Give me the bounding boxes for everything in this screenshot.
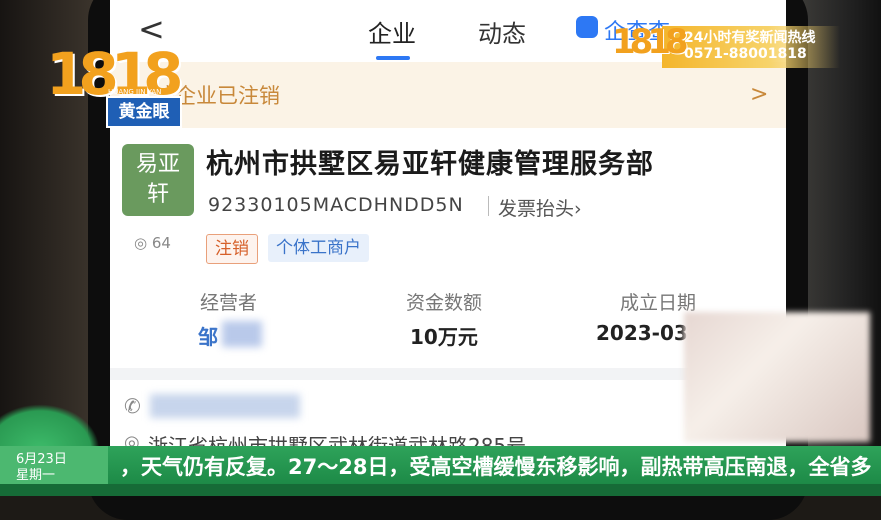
tab-company[interactable]: 企业	[368, 14, 416, 49]
invoice-label: 发票抬头	[498, 198, 575, 220]
status-badge: 注销	[206, 234, 258, 264]
info-value-capital: 10万元	[410, 325, 478, 349]
blurred-name	[222, 321, 262, 347]
credit-code: 92330105MACDHNDD5N	[208, 194, 464, 216]
ticker-weekday: 星期一	[16, 468, 56, 483]
views-value: 64	[151, 234, 171, 252]
views-count: ◎ 64	[134, 234, 171, 252]
blurred-phone	[150, 394, 300, 418]
info-value-operator[interactable]: 邹	[198, 321, 262, 350]
hotline-logo: 1818	[612, 22, 689, 62]
phone-icon: ✆	[124, 394, 141, 418]
info-label-capital: 资金数额	[406, 292, 483, 314]
operator-name: 邹	[198, 325, 218, 349]
tab-news[interactable]: 动态	[478, 14, 526, 49]
hotline-title: 24小时有奖新闻热线	[684, 30, 816, 46]
hotline-number: 0571-88001818	[684, 46, 807, 62]
ticker-bottom-bar	[0, 484, 881, 496]
tab-indicator	[376, 56, 410, 60]
channel-pinyin: HUANG JIN YAN	[108, 88, 162, 96]
type-badge: 个体工商户	[268, 234, 369, 262]
channel-sub-logo: 黄金眼	[106, 96, 182, 128]
deregistered-banner[interactable]: 该企业已注销 >	[110, 62, 786, 128]
logo-line2: 轩	[146, 182, 169, 207]
ticker-text: ，天气仍有反复。27～28日，受高空槽缓慢东移影响，副热带高压南退，全省多	[120, 455, 872, 479]
info-value-date: 2023-03	[596, 321, 688, 345]
app-logo-icon	[576, 16, 598, 38]
company-logo: 易亚 轩	[122, 144, 194, 216]
chevron-right-icon: >	[750, 82, 769, 107]
invoice-link[interactable]: 发票抬头›	[498, 194, 582, 221]
ticker-decoration	[0, 404, 100, 450]
company-name: 杭州市拱墅区易亚轩健康管理服务部	[206, 149, 654, 180]
blurred-region	[684, 312, 870, 442]
logo-line1: 易亚	[135, 152, 180, 177]
info-label-operator: 经营者	[200, 292, 258, 314]
info-label-date: 成立日期	[620, 292, 697, 314]
divider	[488, 196, 489, 216]
